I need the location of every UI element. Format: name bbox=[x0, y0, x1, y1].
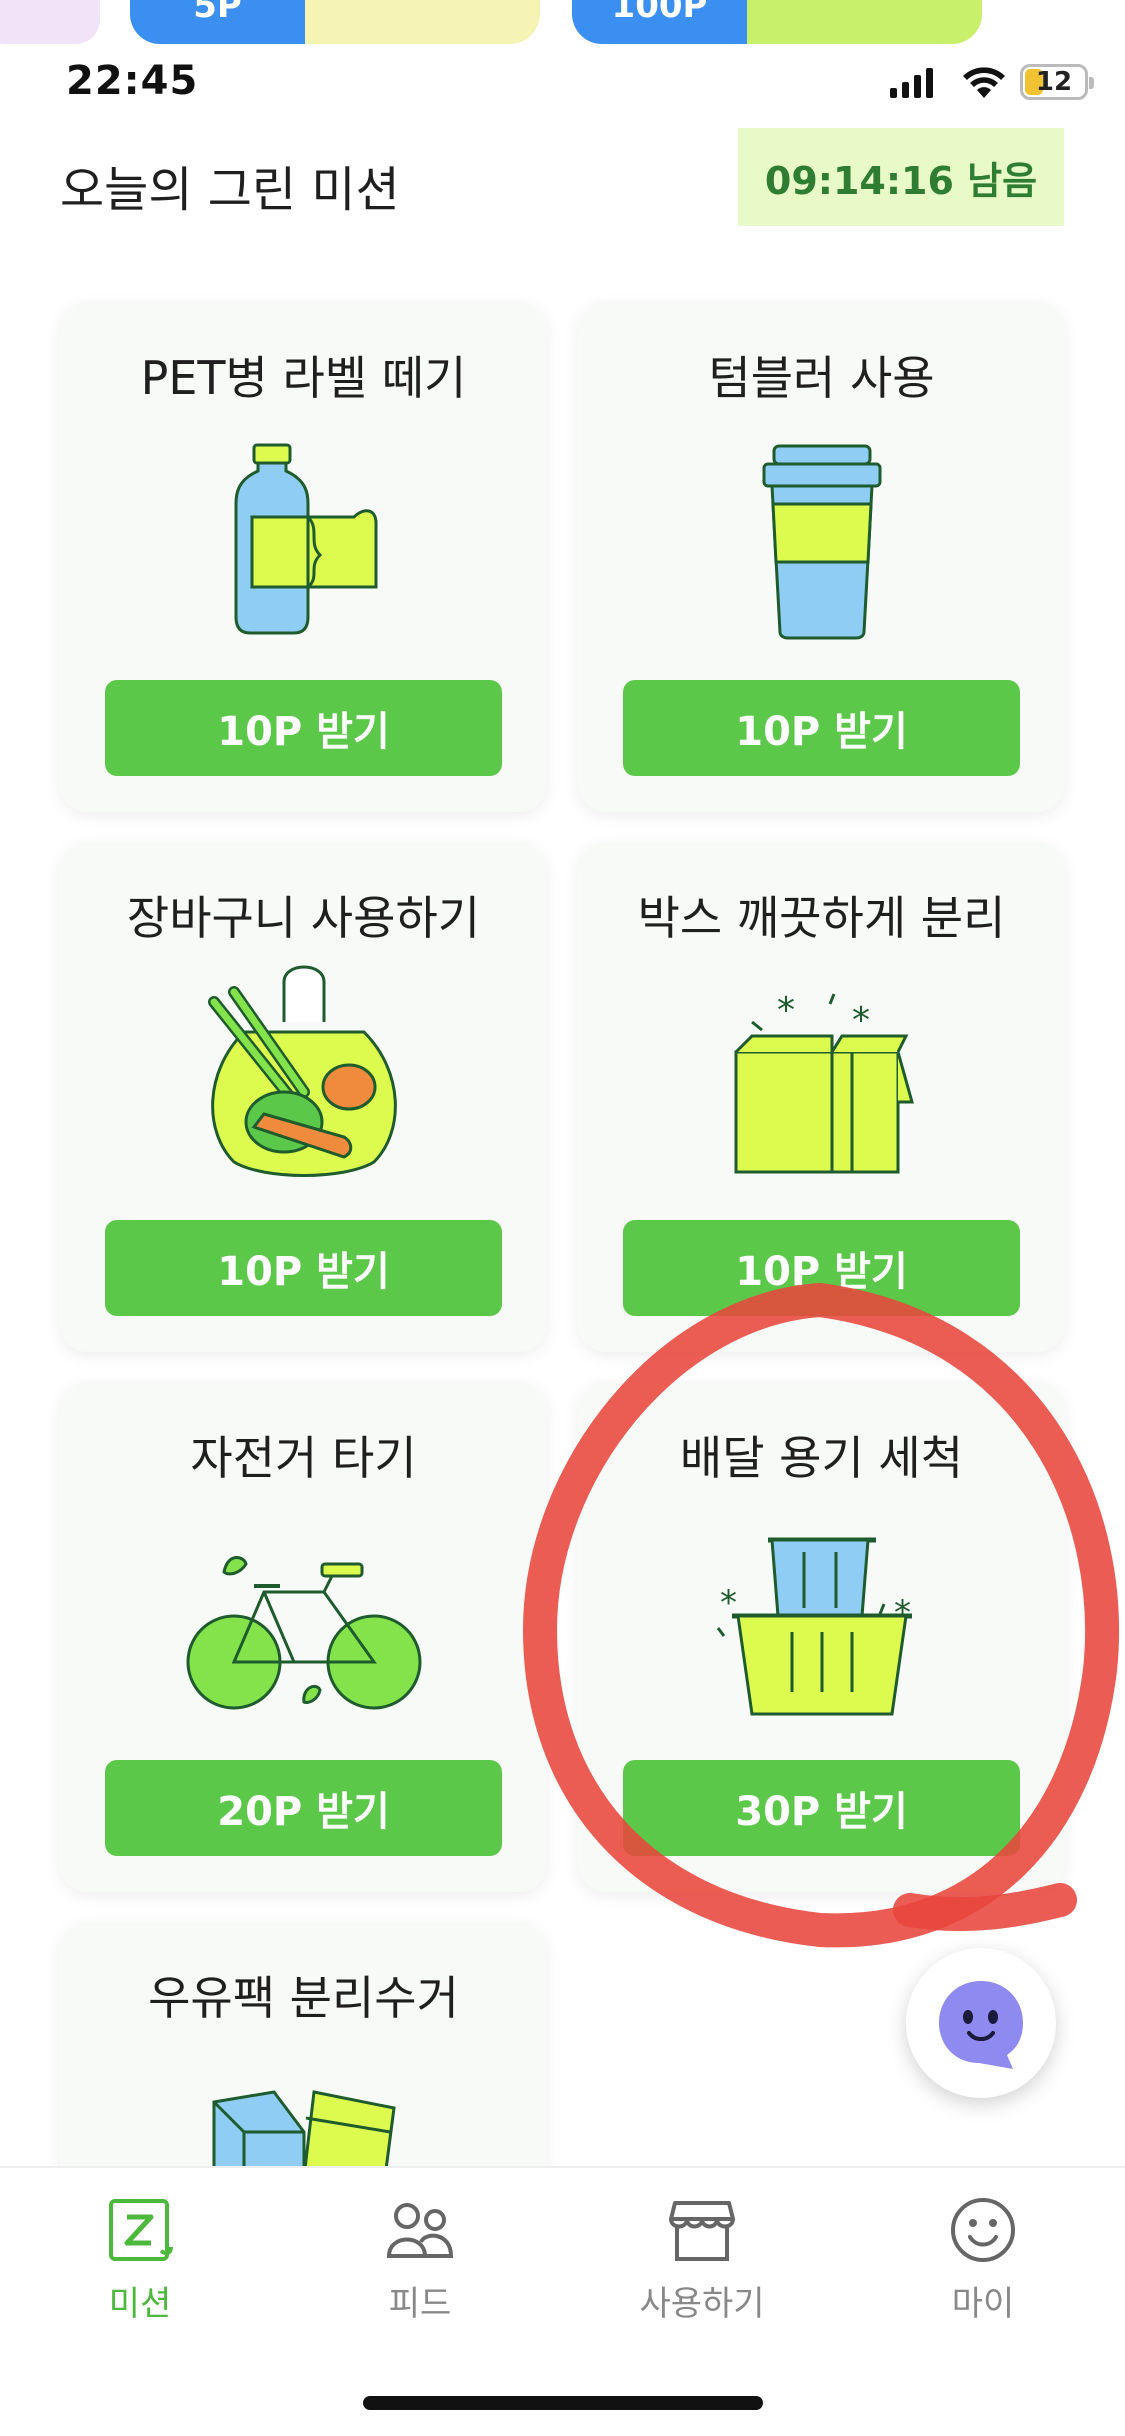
mission-icon bbox=[109, 2199, 173, 2261]
battery-icon: 12 bbox=[1020, 64, 1094, 100]
mission-title: 장바구니 사용하기 bbox=[126, 891, 481, 945]
claim-button[interactable]: 30P 받기 bbox=[623, 1760, 1020, 1856]
nav-label: 미션 bbox=[108, 2284, 172, 2324]
page-title: 오늘의 그린 미션 bbox=[60, 162, 400, 218]
peek-point-label: 100P bbox=[572, 0, 747, 44]
peek-card-left bbox=[0, 0, 100, 44]
mission-title: 텀블러 사용 bbox=[708, 351, 935, 405]
shopping-bag-icon bbox=[207, 965, 397, 1177]
delivery-container-icon: * * bbox=[716, 1537, 912, 1716]
status-bar: 22:45 12 bbox=[0, 52, 1125, 112]
pet-bottle-icon bbox=[234, 443, 377, 635]
battery-level: 12 bbox=[1035, 67, 1073, 97]
box-icon: * * bbox=[734, 990, 914, 1174]
nav-item-use[interactable]: 사용하기 bbox=[612, 2190, 792, 2325]
chatbot-button[interactable] bbox=[906, 1948, 1056, 2098]
peek-point-card-1[interactable]: 5P bbox=[130, 0, 540, 44]
mission-card-bicycle[interactable]: 자전거 타기 20P 받기 bbox=[60, 1382, 547, 1892]
tumbler-icon bbox=[762, 444, 881, 640]
mission-card-box[interactable]: 박스 깨끗하게 분리 * * 10P 받기 bbox=[578, 842, 1065, 1352]
claim-button[interactable]: 10P 받기 bbox=[623, 680, 1020, 776]
svg-text:*: * bbox=[777, 990, 795, 1031]
wifi-icon bbox=[963, 67, 1005, 98]
nav-label: 사용하기 bbox=[639, 2284, 765, 2324]
claim-button[interactable]: 10P 받기 bbox=[105, 680, 502, 776]
nav-item-mission[interactable]: 미션 bbox=[50, 2190, 230, 2325]
cellular-signal-icon bbox=[890, 68, 933, 98]
status-time: 22:45 bbox=[66, 58, 199, 104]
smile-icon bbox=[951, 2198, 1015, 2262]
people-icon bbox=[386, 2203, 454, 2258]
peek-point-label: 5P bbox=[130, 0, 305, 44]
claim-button[interactable]: 10P 받기 bbox=[105, 1220, 502, 1316]
top-peek-strip: 5P 100P bbox=[0, 0, 1125, 44]
mission-card-shopping-bag[interactable]: 장바구니 사용하기 10P 받기 bbox=[60, 842, 547, 1352]
countdown-timer: 09:14:16 남음 bbox=[738, 128, 1064, 226]
home-indicator[interactable] bbox=[363, 2396, 763, 2410]
claim-button[interactable]: 10P 받기 bbox=[623, 1220, 1020, 1316]
mission-card-tumbler[interactable]: 텀블러 사용 10P 받기 bbox=[578, 302, 1065, 812]
mission-title: 우유팩 분리수거 bbox=[148, 1971, 459, 2025]
bicycle-icon bbox=[186, 1556, 421, 1710]
claim-button[interactable]: 20P 받기 bbox=[105, 1760, 502, 1856]
store-icon bbox=[669, 2201, 735, 2261]
mission-card-pet-label[interactable]: PET병 라벨 떼기 10P 받기 bbox=[60, 302, 547, 812]
nav-item-feed[interactable]: 피드 bbox=[330, 2190, 510, 2325]
nav-label: 피드 bbox=[388, 2284, 452, 2324]
peek-point-card-2[interactable]: 100P bbox=[572, 0, 982, 44]
mission-title: 박스 깨끗하게 분리 bbox=[637, 891, 1006, 945]
mission-title: PET병 라벨 떼기 bbox=[140, 351, 467, 405]
mission-card-delivery-container[interactable]: 배달 용기 세척 * * 30P 받기 bbox=[578, 1382, 1065, 1892]
nav-item-my[interactable]: 마이 bbox=[893, 2190, 1073, 2325]
chatbot-ghost-icon bbox=[939, 1981, 1023, 2069]
mission-title: 배달 용기 세척 bbox=[679, 1431, 964, 1485]
mission-title: 자전거 타기 bbox=[190, 1431, 417, 1485]
nav-label: 마이 bbox=[951, 2284, 1015, 2324]
